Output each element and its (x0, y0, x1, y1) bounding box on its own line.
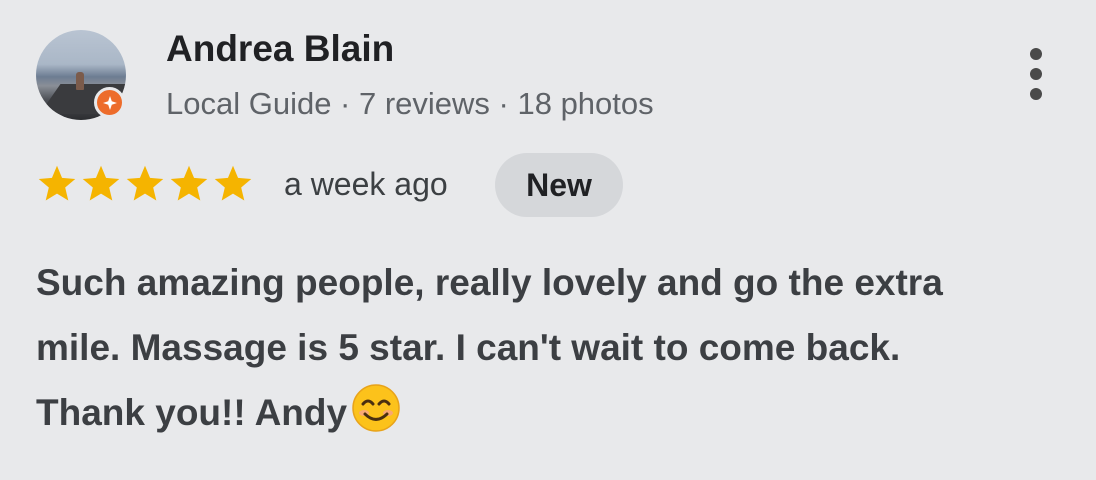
review-text: Such amazing people, really lovely and g… (36, 250, 1066, 453)
new-badge: New (495, 153, 623, 217)
review-line-text: Thank you!! Andy (36, 392, 348, 433)
smiling-face-icon (351, 383, 401, 453)
reviewer-name[interactable]: Andrea Blain (166, 28, 394, 70)
review-time: a week ago (284, 166, 448, 202)
review-line: Thank you!! Andy (36, 380, 1066, 453)
star-icon (124, 164, 166, 204)
local-guide-badge-icon (94, 87, 125, 118)
review-line: Such amazing people, really lovely and g… (36, 262, 943, 303)
star-rating (36, 164, 254, 204)
review-card: Andrea Blain Local Guide · 7 reviews · 1… (0, 0, 1096, 480)
review-line-text: mile. Massage is 5 star. I can't wait to… (36, 327, 901, 368)
avatar-person (76, 72, 84, 90)
menu-dot (1030, 68, 1042, 80)
star-icon (36, 164, 78, 204)
reviewer-meta: Local Guide · 7 reviews · 18 photos (166, 86, 654, 121)
star-icon (80, 164, 122, 204)
star-icon (168, 164, 210, 204)
more-options-icon[interactable] (1016, 44, 1056, 104)
star-icon (212, 164, 254, 204)
review-line: mile. Massage is 5 star. I can't wait to… (36, 315, 1066, 380)
menu-dot (1030, 48, 1042, 60)
menu-dot (1030, 88, 1042, 100)
